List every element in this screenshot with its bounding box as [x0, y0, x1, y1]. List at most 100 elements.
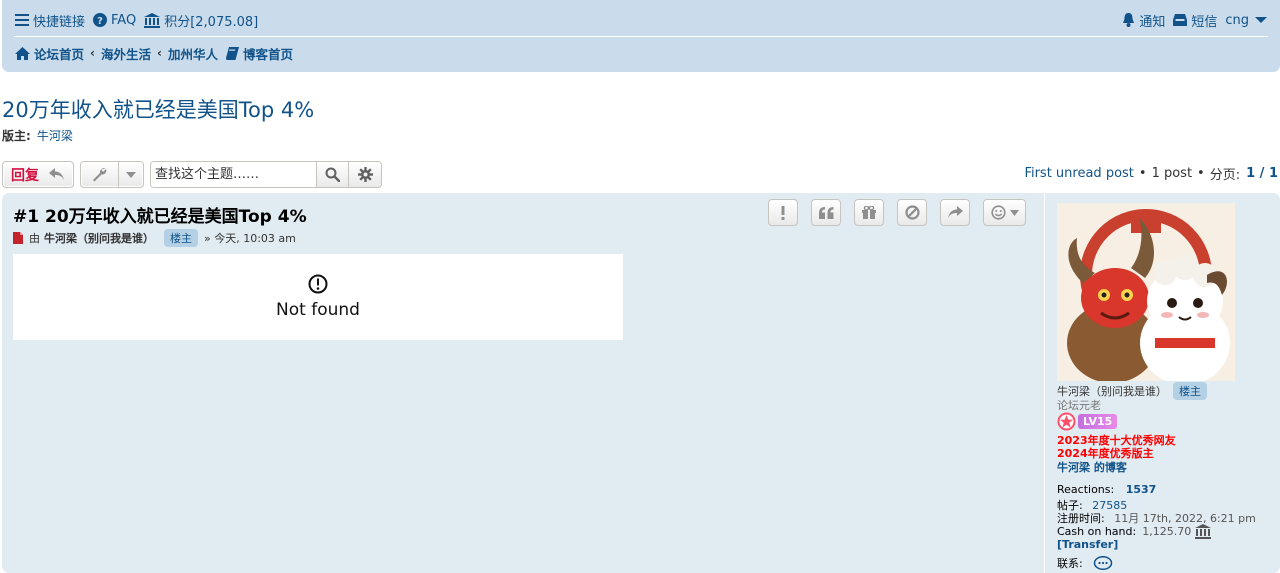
- breadcrumb-label: 海外生活: [100, 46, 151, 62]
- topic-title[interactable]: 20万年收入就已经是美国Top 4%: [2, 94, 314, 124]
- nav-divider: [14, 36, 1268, 37]
- breadcrumb-california[interactable]: 加州华人: [168, 44, 218, 63]
- cash-value: 1,125.70: [1142, 525, 1192, 538]
- page-indicator: 1 / 1: [1246, 166, 1278, 181]
- share-arrow-icon: [948, 206, 963, 218]
- post-timestamp: » 今天, 10:03 am: [204, 232, 296, 245]
- breadcrumb-forum-index[interactable]: 论坛首页: [15, 44, 84, 63]
- post-profile: 牛河梁（别问我是谁） 楼主 论坛元老 LV15 2023年度十大优秀网友 202…: [1044, 193, 1280, 573]
- quote-button[interactable]: [811, 199, 841, 226]
- profile-rank: 论坛元老: [1057, 399, 1101, 412]
- search-button[interactable]: [317, 162, 349, 187]
- points-link[interactable]: 积分[2,075.08]: [144, 11, 258, 30]
- breadcrumb-blog[interactable]: 博客首页: [225, 44, 293, 63]
- reply-label: 回复: [11, 167, 39, 184]
- question-circle-icon: ?: [93, 13, 108, 27]
- notifications-link[interactable]: 通知: [1122, 11, 1165, 30]
- post-container: #1 20万年收入就已经是美国Top 4% 由 牛河梁（别问我是谁） 楼主 » …: [2, 193, 1280, 573]
- transfer-link[interactable]: [Transfer]: [1057, 538, 1118, 551]
- not-found-message: Not found: [276, 300, 360, 320]
- reply-icon: [49, 168, 64, 180]
- faq-label: FAQ: [111, 12, 137, 28]
- reactions-button[interactable]: [983, 199, 1026, 226]
- separator-dot: •: [1138, 166, 1147, 181]
- author-badge: 楼主: [164, 229, 198, 247]
- messages-label: 短信: [1191, 14, 1218, 30]
- separator-dot: •: [1197, 166, 1205, 181]
- breadcrumb-label: 博客首页: [242, 46, 293, 62]
- contact-label: 联系:: [1057, 557, 1083, 570]
- breadcrumb-separator: ‹: [90, 46, 95, 60]
- profile-badge: 楼主: [1173, 382, 1207, 400]
- profile-cash: Cash on hand: 1,125.70: [1057, 524, 1212, 539]
- share-button[interactable]: [940, 199, 970, 226]
- faq-link[interactable]: ? FAQ: [93, 13, 136, 28]
- topic-tools-dropdown[interactable]: [119, 171, 143, 178]
- report-button[interactable]: [768, 199, 798, 226]
- profile-reactions: Reactions: 1537: [1057, 483, 1156, 496]
- chat-icon[interactable]: [1093, 555, 1113, 571]
- pagination: First unread post • 1 post • 分页: 1 / 1: [1024, 164, 1278, 183]
- avatar[interactable]: [1057, 203, 1235, 381]
- topic-tools-main[interactable]: [81, 162, 119, 187]
- user-menu[interactable]: cng: [1225, 13, 1267, 28]
- post-body: Not found: [13, 254, 623, 340]
- hamburger-icon: [15, 14, 29, 26]
- topic-search: [150, 161, 382, 188]
- advanced-search-button[interactable]: [349, 162, 381, 187]
- breadcrumb-label: 加州华人: [167, 46, 218, 62]
- messages-link[interactable]: 短信: [1173, 11, 1217, 30]
- bank-icon: [1195, 524, 1212, 539]
- notifications-label: 通知: [1139, 14, 1166, 30]
- profile-blog-link[interactable]: 牛河梁 的博客: [1057, 459, 1127, 475]
- exclamation-circle-icon: [308, 274, 328, 294]
- reactions-value[interactable]: 1537: [1126, 483, 1157, 496]
- exclamation-icon: [781, 205, 785, 220]
- post-count: 1 post: [1151, 166, 1193, 181]
- username-label: cng: [1225, 12, 1249, 28]
- book-icon: [225, 46, 239, 60]
- breadcrumb-overseas[interactable]: 海外生活: [101, 44, 151, 63]
- gift-button[interactable]: [854, 199, 884, 226]
- first-unread-link[interactable]: First unread post: [1024, 166, 1133, 181]
- points-label: 积分[2,075.08]: [164, 14, 259, 30]
- post-title[interactable]: #1 20万年收入就已经是美国Top 4%: [13, 202, 307, 227]
- inbox-icon: [1173, 14, 1188, 26]
- home-icon: [15, 46, 30, 60]
- moderator-label: 版主:: [2, 129, 31, 143]
- action-bar: 回复: [2, 161, 382, 188]
- post-buttons: [768, 199, 1026, 226]
- level-tag: LV15: [1078, 414, 1118, 429]
- quote-icon: [818, 206, 833, 219]
- gift-icon: [862, 206, 876, 219]
- page-label: 分页:: [1209, 168, 1241, 183]
- bank-icon: [144, 12, 161, 28]
- topic-tools-button[interactable]: [80, 161, 144, 188]
- wrench-icon: [93, 168, 107, 182]
- profile-contact: 联系:: [1057, 555, 1113, 571]
- caret-down-icon: [1255, 17, 1267, 23]
- reactions-label: Reactions:: [1057, 483, 1115, 496]
- nav-top-row: 快捷链接 ? FAQ 积分[2,075.08] 通知 短信 cng: [15, 10, 1267, 30]
- gear-icon: [357, 167, 373, 182]
- nav-user-area: 通知 短信 cng: [1114, 11, 1267, 30]
- file-icon: [13, 232, 23, 244]
- caret-down-icon: [126, 171, 136, 178]
- navbar: 快捷链接 ? FAQ 积分[2,075.08] 通知 短信 cng 论坛首页 ‹…: [2, 0, 1280, 72]
- smile-icon: [990, 205, 1006, 220]
- moderator-name[interactable]: 牛河梁: [37, 129, 73, 143]
- svg-text:?: ?: [97, 16, 103, 27]
- bell-icon: [1123, 13, 1135, 27]
- post-author-line: 由 牛河梁（别问我是谁） 楼主 » 今天, 10:03 am: [13, 229, 296, 247]
- reply-button[interactable]: 回复: [2, 161, 74, 188]
- search-icon: [325, 167, 340, 182]
- breadcrumb-label: 论坛首页: [34, 46, 85, 62]
- ban-icon: [904, 205, 920, 220]
- author-by: 由: [29, 232, 40, 245]
- search-input[interactable]: [151, 162, 317, 187]
- quicklinks-menu[interactable]: 快捷链接: [15, 11, 85, 30]
- breadcrumb: 论坛首页 ‹ 海外生活 ‹ 加州华人 博客首页: [15, 43, 293, 63]
- block-button[interactable]: [897, 199, 927, 226]
- author-name[interactable]: 牛河梁（别问我是谁）: [44, 230, 154, 246]
- breadcrumb-separator: ‹: [156, 46, 162, 60]
